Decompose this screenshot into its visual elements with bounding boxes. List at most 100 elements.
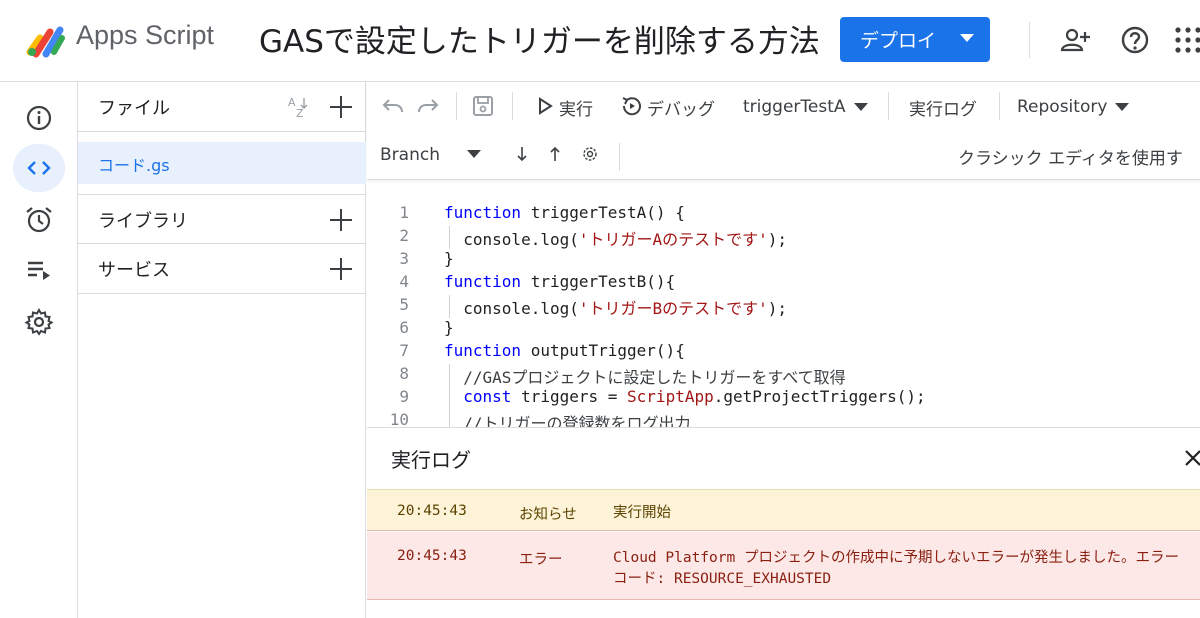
header-divider [1029,22,1030,58]
libraries-label: ライブラリ [98,211,188,232]
code-token: console.log( [444,230,579,249]
push-icon[interactable] [546,145,564,163]
rail-item-settings[interactable] [13,298,65,346]
app-name[interactable]: Apps Script [76,20,214,51]
branch-label[interactable]: Branch [380,145,440,165]
code-token: ); [767,299,788,318]
code-text: //トリガーの登録数をログ出力 [444,410,691,427]
rail-item-executions[interactable] [13,246,65,294]
code-line[interactable]: 8 //GASプロジェクトに設定したトリガーをすべて取得 [367,364,1200,387]
line-number: 6 [399,318,409,337]
branch-dropdown-icon[interactable] [467,150,481,158]
services-section[interactable]: サービス [78,244,366,294]
code-text: function triggerTestA() { [444,203,685,222]
code-line[interactable]: 3} [367,249,1200,272]
settings-gear-icon[interactable] [581,145,599,163]
left-nav-rail [0,82,78,618]
log-level: エラー [519,552,563,568]
log-level: お知らせ [519,507,577,523]
code-text: console.log('トリガーAのテストです'); [444,226,787,250]
log-time: 20:45:43 [397,548,467,564]
project-title[interactable]: GASで設定したトリガーを削除する方法 [259,16,820,61]
redo-icon[interactable] [416,94,440,118]
add-library-icon[interactable] [329,208,353,232]
code-token: function [444,341,522,360]
execution-log-title: 実行ログ [391,448,471,472]
log-message: Cloud Platform プロジェクトの作成中に予期しないエラーが発生しまし… [613,550,1179,587]
line-number: 5 [399,295,409,314]
function-select[interactable]: triggerTestA [743,97,868,117]
rail-item-editor[interactable] [13,144,65,192]
rail-item-overview[interactable] [13,94,65,142]
save-icon[interactable] [471,94,495,118]
add-service-icon[interactable] [329,257,353,281]
toolbar-divider [999,92,1000,120]
execution-log-panel: 実行ログ 20:45:43 お知らせ 実行開始 20:45:43 エラー Clo… [367,427,1200,618]
code-line[interactable]: 7 function outputTrigger(){ [367,341,1200,364]
chevron-down-icon [853,103,868,111]
code-line[interactable]: 5 console.log('トリガーBのテストです'); [367,295,1200,318]
log-entry: 20:45:43 エラー Cloud Platform プロジェクトの作成中に予… [367,532,1200,600]
debug-icon[interactable] [620,94,644,118]
code-text: function outputTrigger(){ [444,341,685,360]
code-line[interactable]: 4 function triggerTestB(){ [367,272,1200,295]
code-token: function [444,203,522,222]
editor-toolbar: 実行 デバッグ triggerTestA 実行ログ Repository Bra… [367,82,1200,180]
file-item-label: コード.gs [98,156,170,175]
code-text: //GASプロジェクトに設定したトリガーをすべて取得 [444,364,846,388]
code-line[interactable]: 6} [367,318,1200,341]
apps-script-logo[interactable] [26,22,68,58]
code-token: //トリガーの登録数をログ出力 [444,414,691,427]
add-file-icon[interactable] [329,95,353,119]
play-icon[interactable] [535,96,555,116]
close-icon[interactable] [1183,448,1200,468]
code-token: 'トリガーAのテストです' [578,230,768,249]
repository-label: Repository [1017,97,1108,117]
app-header: Apps Script GASで設定したトリガーを削除する方法 デプロイ [0,0,1200,82]
run-button[interactable]: 実行 [559,95,593,120]
execution-log-button[interactable]: 実行ログ [909,95,977,120]
repository-menu[interactable]: Repository [1017,97,1130,117]
svg-text:Z: Z [296,107,304,120]
debug-button[interactable]: デバッグ [647,95,715,120]
libraries-section[interactable]: ライブラリ [78,194,366,244]
code-token: console.log( [444,299,579,318]
svg-text:A: A [288,96,296,109]
info-icon [26,105,52,131]
sort-az-icon[interactable]: A Z [286,94,312,120]
code-line[interactable]: 9 const triggers = ScriptApp.getProjectT… [367,387,1200,410]
classic-editor-link[interactable]: クラシック エディタを使用す [958,144,1183,169]
line-number: 2 [399,226,409,245]
code-line[interactable]: 10 //トリガーの登録数をログ出力 [367,410,1200,427]
file-panel: ファイル A Z コード.gs ライブラリ サービス [78,82,366,618]
rail-item-triggers[interactable] [13,196,65,244]
file-item[interactable]: コード.gs [78,142,366,184]
chevron-down-icon[interactable] [960,34,974,42]
undo-icon[interactable] [381,94,405,118]
help-icon[interactable] [1119,24,1151,56]
pull-icon[interactable] [513,145,531,163]
line-number: 4 [399,272,409,291]
deploy-button[interactable]: デプロイ [840,17,990,62]
code-token: 'トリガーBのテストです' [578,299,768,318]
line-number: 9 [399,387,409,406]
code-line[interactable]: 2 console.log('トリガーAのテストです'); [367,226,1200,249]
apps-grid-icon[interactable] [1172,24,1200,56]
toolbar-divider [619,143,620,171]
code-text: console.log('トリガーBのテストです'); [444,295,787,319]
code-editor[interactable]: 1 function triggerTestA() {2 console.log(… [367,181,1200,427]
add-person-icon[interactable] [1059,24,1091,56]
code-text: } [444,249,454,268]
code-token: ScriptApp [627,387,714,406]
code-token: triggerTestB(){ [521,272,676,291]
toolbar-divider [512,92,513,120]
code-token: triggerTestA() { [521,203,685,222]
code-text: } [444,318,454,337]
code-token: } [444,249,454,268]
code-token: //GASプロジェクトに設定したトリガーをすべて取得 [444,368,846,387]
log-time: 20:45:43 [397,503,467,519]
toolbar-divider [456,92,457,120]
line-number: 7 [399,341,409,360]
code-line[interactable]: 1 function triggerTestA() { [367,203,1200,226]
